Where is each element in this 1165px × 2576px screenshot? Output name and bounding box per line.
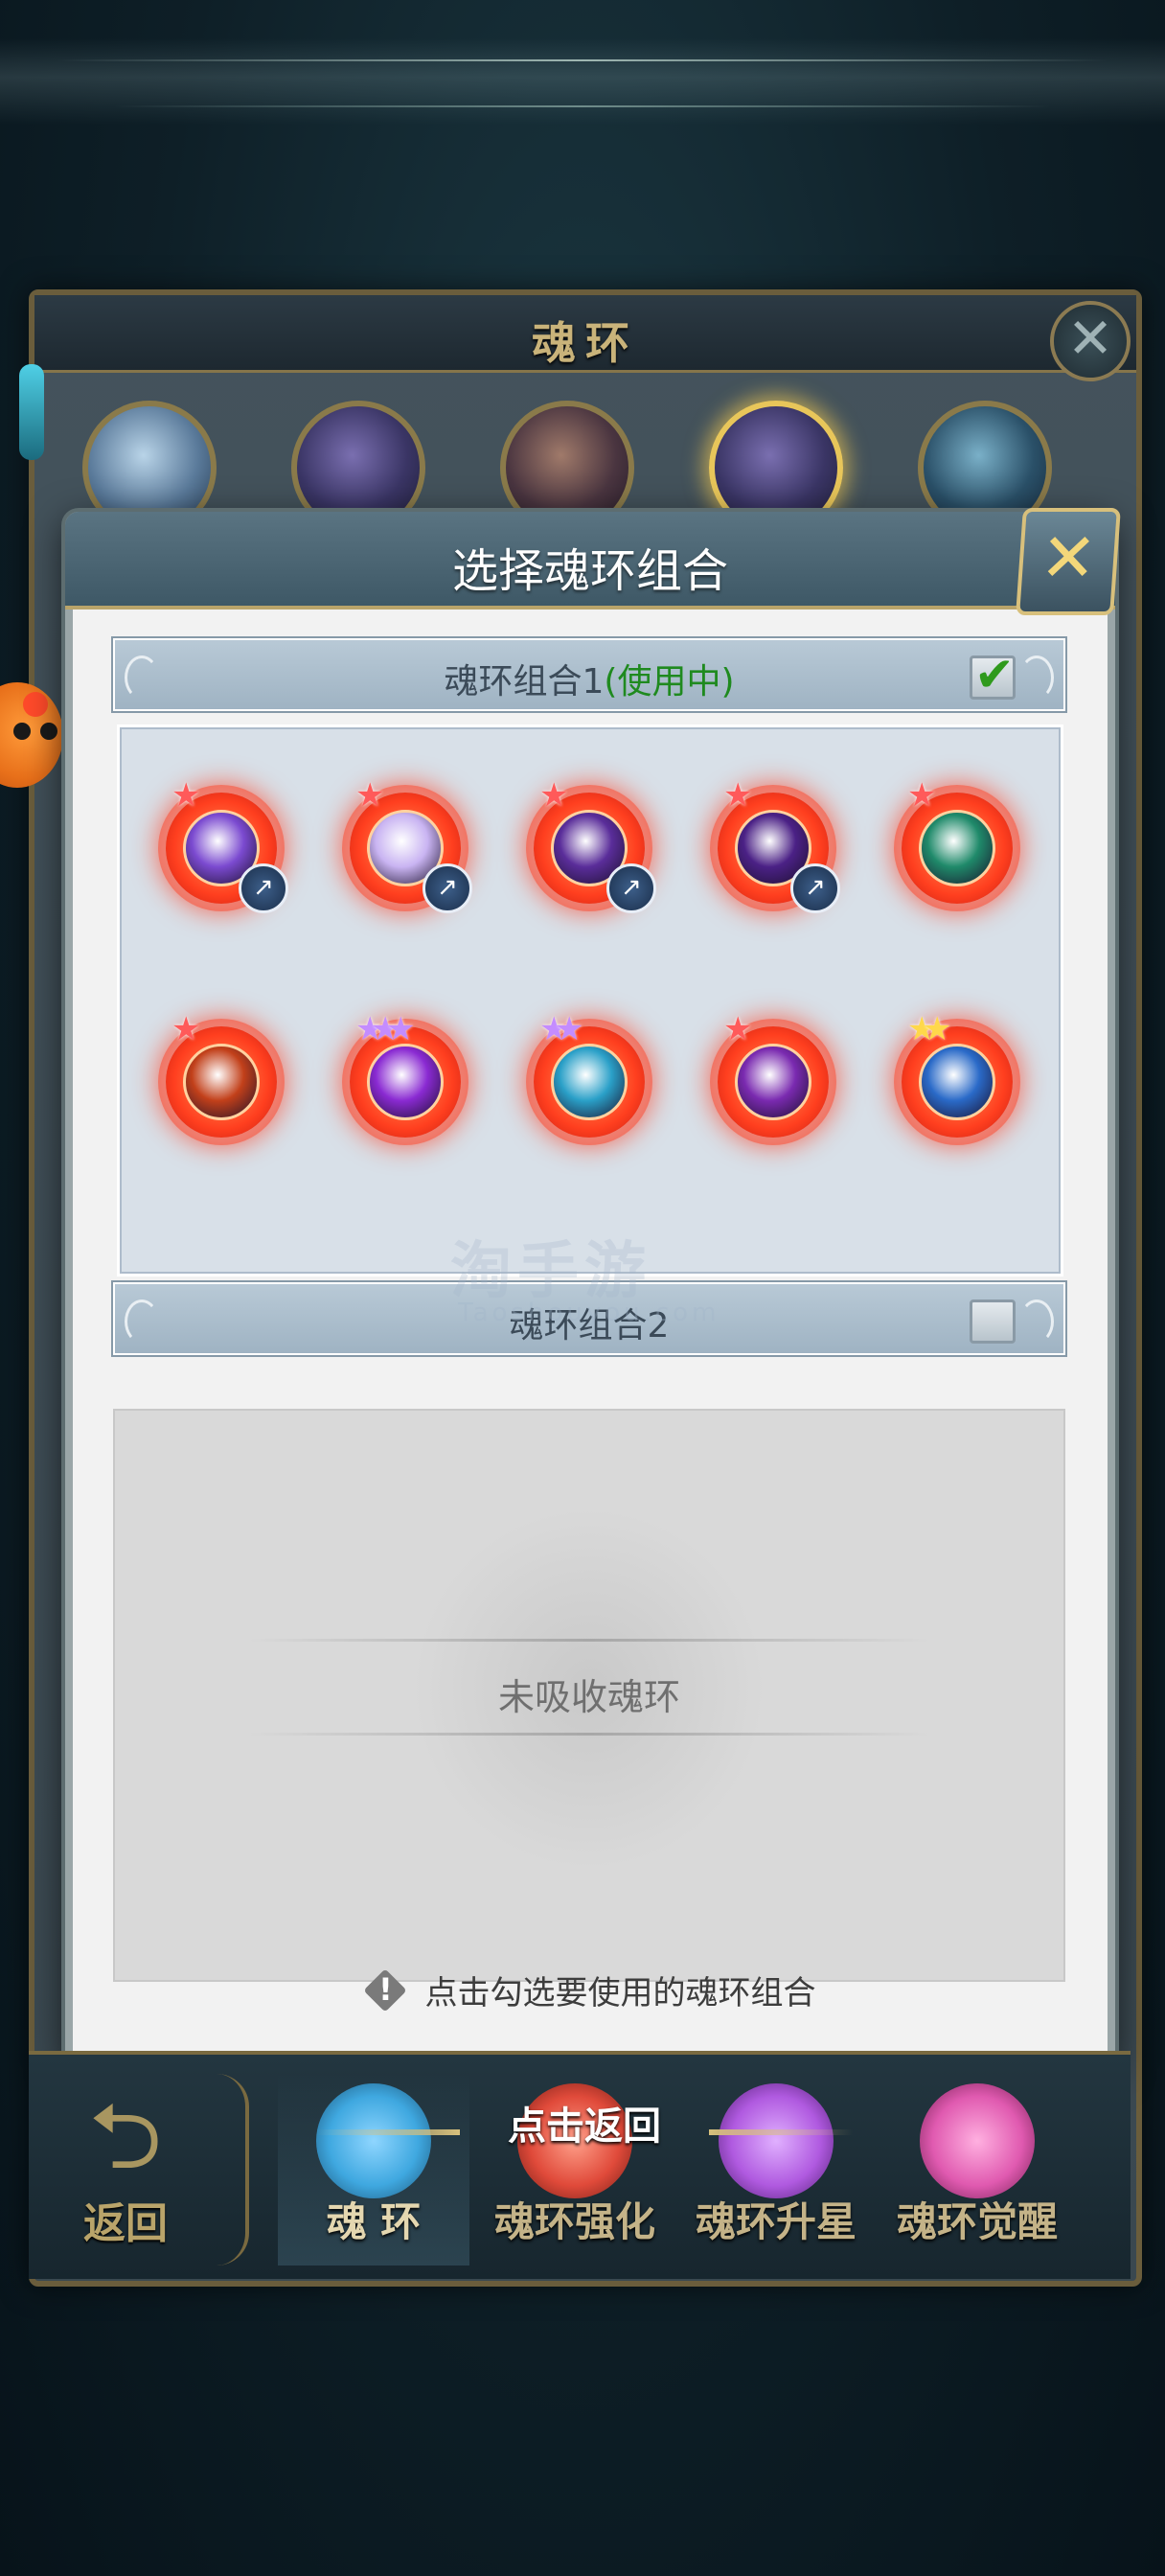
- violet-beast-ring-icon[interactable]: ★ ★ ★: [342, 1013, 468, 1145]
- hint-text: 点击勾选要使用的魂环组合: [424, 1974, 816, 2012]
- tab-soul-ring-awaken[interactable]: 魂环觉醒: [881, 2074, 1073, 2266]
- combo-1-label-wrap: 魂环组合1(使用中): [115, 654, 1063, 703]
- notification-dot: [23, 692, 48, 717]
- combo-1-header[interactable]: 魂环组合1(使用中) ✔: [113, 638, 1065, 711]
- warning-icon: !: [363, 1967, 408, 2012]
- combo-2-checkbox[interactable]: [970, 1300, 1016, 1344]
- bird-badge-icon: ↗: [239, 863, 288, 913]
- checkmark-icon: ✔: [974, 647, 1015, 702]
- tab-label: 魂环觉醒: [896, 2198, 1058, 2245]
- star-icon: ★: [723, 1010, 753, 1048]
- hint-row: ! 点击勾选要使用的魂环组合: [73, 1966, 1108, 2024]
- white-moon-ring-icon[interactable]: ★ ↗: [342, 779, 472, 913]
- wing-ornament: [316, 2129, 460, 2135]
- top-divider-2: [115, 105, 1050, 107]
- star-icon: ★: [386, 1010, 416, 1048]
- bird-badge-icon: ↗: [606, 863, 656, 913]
- tab-label: 魂 环: [326, 2198, 422, 2245]
- wing-ornament: [709, 2129, 853, 2135]
- divider: [249, 1733, 929, 1736]
- star-icon: ★: [355, 776, 385, 815]
- soul-ring-window-close-icon[interactable]: ✕: [1050, 301, 1131, 381]
- combo-1-rings-panel: ★ ↗ ★ ↗ ★ ↗ ★ ↗ ★ ★ ★ ★ ★ ★ ★ ★ ★ ★: [117, 724, 1063, 1276]
- tab-label: 魂环强化: [493, 2198, 655, 2245]
- bird-badge-icon: ↗: [423, 863, 472, 913]
- watermark-text: 淘手游: [450, 1236, 651, 1307]
- watermark-subtext: Taoshouyou.com: [458, 1299, 720, 1327]
- purple-crystal-ring-icon[interactable]: ★ ↗: [158, 779, 288, 913]
- shadow-dragon-ring-icon[interactable]: ★ ↗: [710, 779, 840, 913]
- purple-dragon-ring-icon[interactable]: ★ ↗: [526, 779, 656, 913]
- soul-ring-window-title: 魂环: [532, 317, 639, 369]
- tab-label: 魂环升星: [695, 2198, 857, 2245]
- divider: [249, 1639, 929, 1642]
- star-icon: ★: [555, 1010, 584, 1048]
- top-glow: [0, 38, 1165, 125]
- ice-warrior-ring-icon[interactable]: ★ ★: [526, 1013, 652, 1145]
- top-divider: [57, 59, 1108, 61]
- tap-to-return-text[interactable]: 点击返回: [450, 2095, 719, 2152]
- tab-soul-ring[interactable]: 魂 环: [278, 2074, 469, 2266]
- dialog-close-button[interactable]: ✕: [1016, 508, 1121, 615]
- star-icon: ★: [923, 1010, 952, 1048]
- combo-1-label: 魂环组合1: [444, 662, 605, 702]
- combo-2-empty-panel: 未吸收魂环: [113, 1409, 1065, 1982]
- back-label: 返回: [83, 2199, 168, 2248]
- purple-gem-icon: [719, 2083, 834, 2198]
- combo-1-checkbox[interactable]: ✔: [970, 647, 1016, 702]
- dialog-title: 选择魂环组合: [451, 544, 728, 598]
- back-button[interactable]: ⮌ 返回: [54, 2083, 197, 2256]
- star-icon: ★: [171, 776, 201, 815]
- blue-gem-icon: [316, 2083, 431, 2198]
- combo-1-status: (使用中): [604, 662, 735, 702]
- empty-state-text: 未吸收魂环: [497, 1676, 680, 1718]
- close-icon: ✕: [1038, 518, 1100, 597]
- star-icon: ★: [907, 776, 937, 815]
- frost-beast-ring-icon[interactable]: ★ ★: [894, 1013, 1020, 1145]
- nav-separator: [217, 2074, 249, 2266]
- pink-gem-icon: [920, 2083, 1035, 2198]
- purple-skull-ring-icon[interactable]: ★: [710, 1013, 836, 1145]
- star-icon: ★: [171, 1010, 201, 1048]
- bottom-nav: ⮌ 返回 魂 环 魂环强化 魂环升星 魂环觉醒: [29, 2051, 1131, 2279]
- fire-demon-ring-icon[interactable]: ★: [158, 1013, 285, 1145]
- soul-ring-window-titlebar: 魂环 ✕: [34, 295, 1136, 381]
- dialog-header: 选择魂环组合: [65, 512, 1115, 610]
- side-orb-icon: [19, 364, 44, 460]
- return-arrow-icon: ⮌: [88, 2082, 163, 2190]
- star-icon: ★: [723, 776, 753, 815]
- green-wings-ring-icon[interactable]: ★: [894, 779, 1020, 911]
- star-icon: ★: [539, 776, 569, 815]
- bird-badge-icon: ↗: [790, 863, 840, 913]
